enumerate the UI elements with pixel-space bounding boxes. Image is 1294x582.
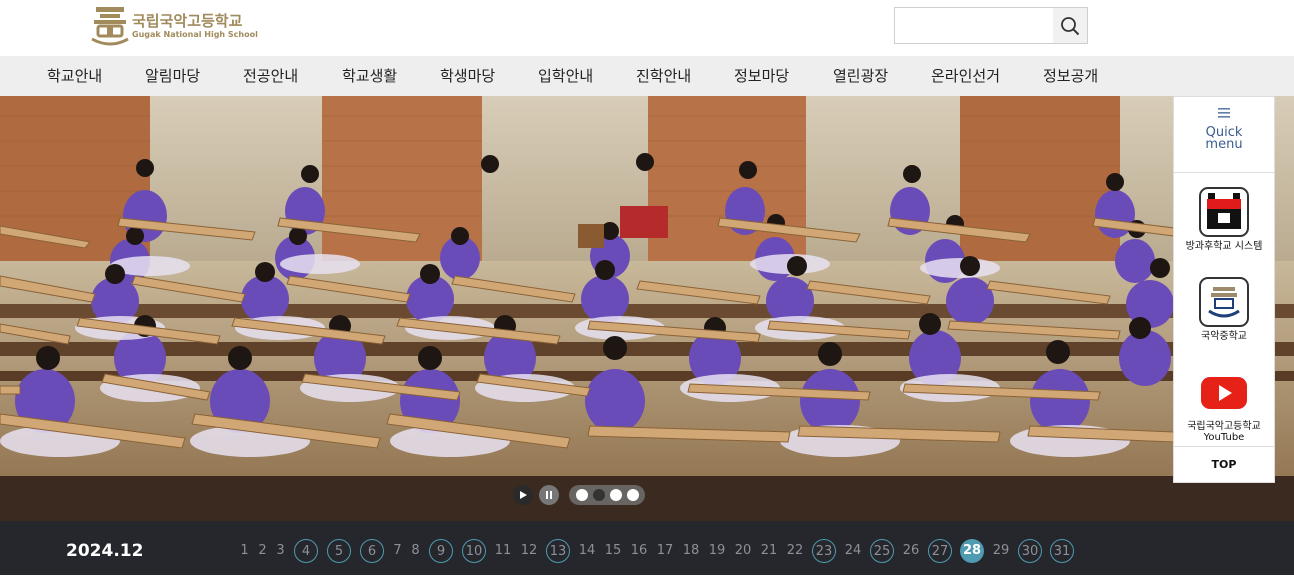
hero-slider[interactable] <box>0 96 1294 521</box>
nav-item-online-election[interactable]: 온라인선거 <box>931 56 1000 96</box>
calendar-day[interactable]: 9 <box>429 539 453 563</box>
calendar-day[interactable]: 24 <box>844 539 862 563</box>
pause-icon <box>546 491 552 499</box>
calendar-day[interactable]: 1 <box>240 539 249 563</box>
nav-item-school-info[interactable]: 학교안내 <box>47 56 102 96</box>
calendar-day[interactable]: 29 <box>992 539 1010 563</box>
nav-item-school-life[interactable]: 학교생활 <box>342 56 397 96</box>
school-emblem-icon <box>90 5 130 47</box>
nav-item-students[interactable]: 학생마당 <box>440 56 495 96</box>
youtube-icon <box>1199 367 1249 417</box>
quick-item-middle-school[interactable]: 국악중학교 <box>1174 263 1274 353</box>
slider-pause-button[interactable] <box>539 485 559 505</box>
calendar-day[interactable]: 31 <box>1050 539 1074 563</box>
calendar-day[interactable]: 3 <box>276 539 285 563</box>
slider-dot[interactable] <box>609 489 622 501</box>
nav-item-majors[interactable]: 전공안내 <box>243 56 298 96</box>
search-button[interactable] <box>1053 8 1087 43</box>
hero-photo <box>0 96 1294 521</box>
quick-menu-header[interactable]: Quick menu <box>1174 97 1274 173</box>
search-box <box>894 7 1088 44</box>
nav-item-admission[interactable]: 입학안내 <box>538 56 593 96</box>
calendar-month-title: 2024.12 <box>66 541 144 561</box>
calendar-day[interactable]: 16 <box>630 539 648 563</box>
slider-play-button[interactable] <box>513 485 533 505</box>
calendar-bar: 2024.12 1 2 3 4 5 6 7 8 9 10 11 12 13 14 15 16 17 18 19 20 2… <box>0 521 1294 575</box>
quick-item-label: 방과후학교 시스템 <box>1185 241 1263 252</box>
calendar-day[interactable]: 23 <box>812 539 836 563</box>
header: 국립국악고등학교 Gugak National High School <box>0 0 1294 56</box>
slider-controls <box>513 485 645 505</box>
nav-item-open-square[interactable]: 열린광장 <box>833 56 888 96</box>
main-nav: 학교안내 알림마당 전공안내 학교생활 학생마당 입학안내 진학안내 정보마당 … <box>0 56 1294 96</box>
quick-item-label: 국악중학교 <box>1201 331 1247 342</box>
quick-item-youtube[interactable]: 국립국악고등학교 YouTube <box>1174 353 1274 443</box>
calendar-day[interactable]: 7 <box>393 539 402 563</box>
nav-item-notices[interactable]: 알림마당 <box>145 56 200 96</box>
slider-dot-active[interactable] <box>592 489 605 501</box>
nav-item-info[interactable]: 정보마당 <box>734 56 789 96</box>
calendar-day[interactable]: 6 <box>360 539 384 563</box>
quick-menu-title-line2: menu <box>1205 137 1243 152</box>
school-emblem-icon <box>1199 277 1249 327</box>
search-input[interactable] <box>895 8 1053 43</box>
search-icon <box>1061 16 1080 35</box>
calendar-day[interactable]: 30 <box>1018 539 1042 563</box>
calendar-day[interactable]: 17 <box>656 539 674 563</box>
calendar-day[interactable]: 22 <box>786 539 804 563</box>
afterschool-icon <box>1199 187 1249 237</box>
logo-english-text: Gugak National High School <box>132 29 258 39</box>
calendar-day[interactable]: 21 <box>760 539 778 563</box>
nav-item-advancement[interactable]: 진학안내 <box>636 56 691 96</box>
calendar-day[interactable]: 12 <box>520 539 538 563</box>
calendar-day[interactable]: 19 <box>708 539 726 563</box>
nav-item-disclosure[interactable]: 정보공개 <box>1043 56 1098 96</box>
quick-menu: Quick menu 방과후학교 시스템 국악중학교 국립국악고등학교 YouT… <box>1173 96 1275 483</box>
top-button[interactable]: TOP <box>1174 446 1274 482</box>
calendar-day[interactable]: 13 <box>546 539 570 563</box>
calendar-day[interactable]: 15 <box>604 539 622 563</box>
calendar-day[interactable]: 10 <box>462 539 486 563</box>
calendar-day[interactable]: 11 <box>494 539 512 563</box>
quick-item-afterschool[interactable]: 방과후학교 시스템 <box>1174 173 1274 263</box>
calendar-day[interactable]: 14 <box>578 539 596 563</box>
slider-dot[interactable] <box>575 489 588 501</box>
calendar-day[interactable]: 4 <box>294 539 318 563</box>
school-logo[interactable]: 국립국악고등학교 Gugak National High School <box>90 4 258 48</box>
hamburger-icon <box>1174 107 1274 121</box>
quick-item-label: 국립국악고등학교 YouTube <box>1187 421 1261 443</box>
play-icon <box>520 491 527 499</box>
calendar-day[interactable]: 28 <box>960 539 984 563</box>
calendar-day[interactable]: 26 <box>902 539 920 563</box>
calendar-day[interactable]: 5 <box>327 539 351 563</box>
calendar-day[interactable]: 8 <box>411 539 420 563</box>
slider-pagination <box>569 485 645 505</box>
calendar-day[interactable]: 25 <box>870 539 894 563</box>
slider-dot[interactable] <box>626 489 639 501</box>
calendar-day[interactable]: 18 <box>682 539 700 563</box>
calendar-day[interactable]: 20 <box>734 539 752 563</box>
calendar-day[interactable]: 27 <box>928 539 952 563</box>
logo-korean-text: 국립국악고등학교 <box>132 11 243 30</box>
calendar-day[interactable]: 2 <box>258 539 267 563</box>
